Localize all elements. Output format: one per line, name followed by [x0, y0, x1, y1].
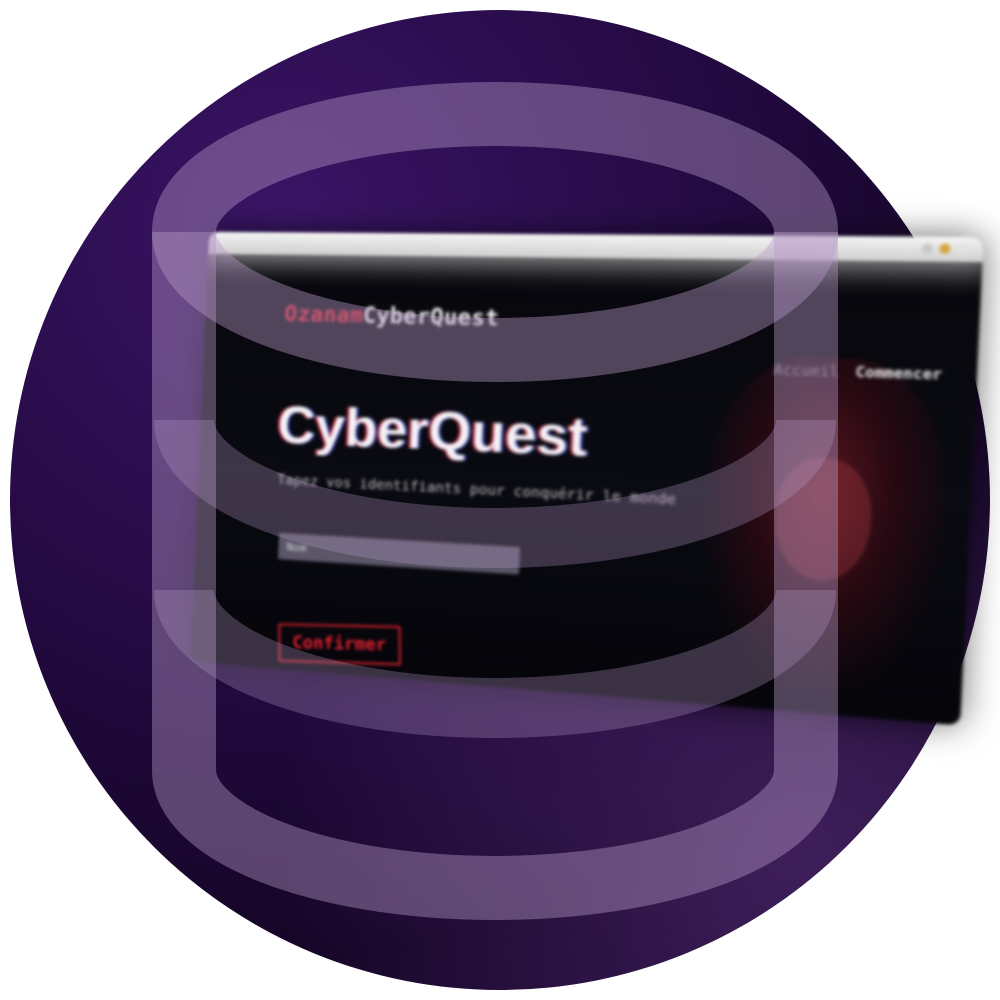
nav-link-accueil[interactable]: Accueil: [773, 362, 839, 380]
browser-window-mockup: OzanamCyberQuest Accueil Commencer Cyber…: [190, 231, 984, 726]
name-input[interactable]: [277, 532, 521, 575]
brand-logo[interactable]: OzanamCyberQuest: [284, 301, 500, 330]
brand-name: CyberQuest: [362, 302, 500, 331]
page-subtitle: Tapez vos identifiants pour conquérir le…: [277, 471, 677, 509]
window-controls: [921, 243, 969, 254]
nav-link-commencer[interactable]: Commencer: [855, 365, 942, 384]
hooded-hacker-image: [697, 355, 953, 701]
window-titlebar: [208, 231, 984, 263]
window-dot-icon[interactable]: [921, 243, 934, 254]
page-title: CyberQuest: [276, 395, 589, 469]
confirm-button[interactable]: Confirmer: [278, 623, 402, 666]
brand-prefix: Ozanam: [283, 301, 364, 328]
window-dot-icon[interactable]: [939, 243, 951, 254]
mask-icon: [772, 456, 874, 584]
window-dot-icon[interactable]: [956, 243, 969, 254]
stage: OzanamCyberQuest Accueil Commencer Cyber…: [0, 0, 1000, 1000]
